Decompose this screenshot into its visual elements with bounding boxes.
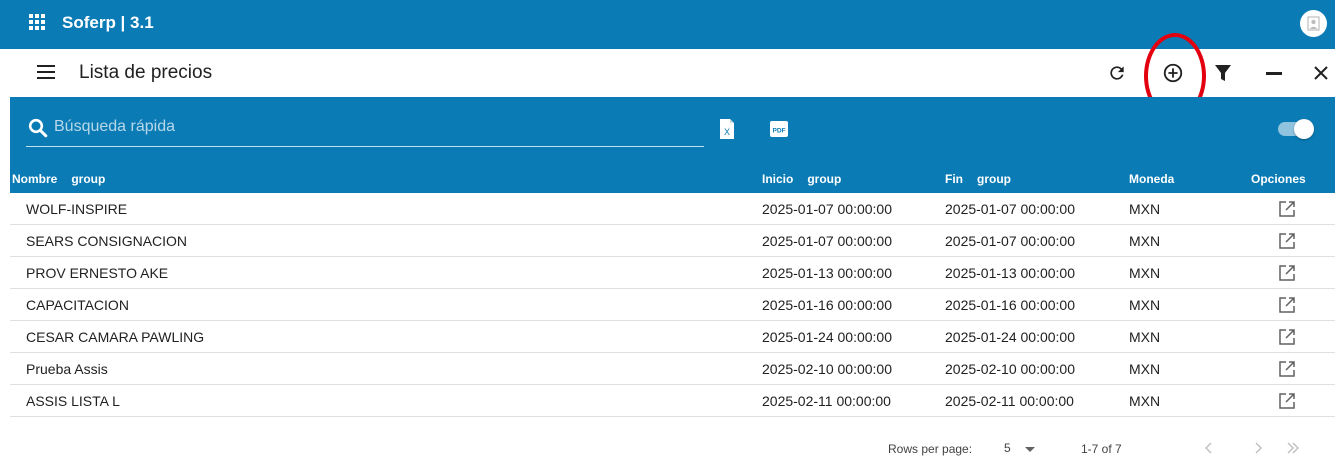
app-title: Soferp | 3.1 [62, 13, 154, 32]
cell-nombre: WOLF-INSPIRE [26, 201, 128, 217]
excel-export-icon[interactable]: X [719, 118, 735, 140]
open-external-icon[interactable] [1277, 263, 1297, 283]
app-bar: Soferp | 3.1 [0, 0, 1335, 49]
column-header-nombre[interactable]: Nombre group [12, 172, 105, 186]
table-row[interactable]: Prueba Assis 2025-02-10 00:00:00 2025-02… [10, 353, 1335, 385]
pagination-range: 1-7 of 7 [1081, 442, 1122, 456]
cell-inicio: 2025-01-16 00:00:00 [762, 297, 892, 313]
cell-nombre: ASSIS LISTA L [26, 393, 120, 409]
cell-fin: 2025-01-07 00:00:00 [945, 233, 1075, 249]
cell-fin: 2025-01-16 00:00:00 [945, 297, 1075, 313]
search-input[interactable] [54, 114, 694, 140]
menu-icon[interactable] [37, 65, 55, 79]
avatar-icon[interactable] [1300, 10, 1327, 37]
cell-nombre: Prueba Assis [26, 361, 108, 377]
cell-inicio: 2025-01-07 00:00:00 [762, 201, 892, 217]
cell-moneda: MXN [1129, 201, 1161, 217]
column-label: Moneda [1129, 172, 1175, 186]
cell-nombre: CESAR CAMARA PAWLING [26, 329, 205, 345]
open-external-icon[interactable] [1277, 359, 1297, 379]
toggle-thumb [1294, 119, 1314, 139]
column-label: Opciones [1251, 172, 1306, 186]
open-external-icon[interactable] [1277, 295, 1297, 315]
excel-label: X [724, 127, 730, 137]
cell-moneda: MXN [1129, 361, 1161, 377]
cell-fin: 2025-02-11 00:00:00 [945, 393, 1074, 409]
table-row[interactable]: ASSIS LISTA L 2025-02-11 00:00:00 2025-0… [10, 385, 1335, 417]
pdf-export-icon[interactable]: PDF [769, 118, 789, 140]
table-body: WOLF-INSPIRE 2025-01-07 00:00:00 2025-01… [10, 193, 1335, 417]
cell-nombre: SEARS CONSIGNACION [26, 233, 188, 249]
group-label[interactable]: group [807, 172, 841, 186]
cell-inicio: 2025-01-13 00:00:00 [762, 265, 892, 281]
group-label[interactable]: group [977, 172, 1011, 186]
cell-fin: 2025-01-24 00:00:00 [945, 329, 1075, 345]
add-circle-icon[interactable] [1161, 61, 1185, 85]
table-row[interactable]: WOLF-INSPIRE 2025-01-07 00:00:00 2025-01… [10, 193, 1335, 225]
cell-nombre: CAPACITACION [26, 297, 129, 313]
cell-inicio: 2025-01-24 00:00:00 [762, 329, 892, 345]
chevron-down-icon[interactable] [1025, 447, 1035, 452]
close-icon[interactable] [1309, 61, 1333, 85]
cell-inicio: 2025-02-11 00:00:00 [762, 393, 891, 409]
pdf-label: PDF [773, 128, 786, 135]
open-external-icon[interactable] [1277, 231, 1297, 251]
pagination-footer: Rows per page: 5 1-7 of 7 [0, 430, 1335, 463]
rows-per-page-select[interactable]: 5 [1004, 441, 1011, 455]
open-external-icon[interactable] [1277, 199, 1297, 219]
table-row[interactable]: SEARS CONSIGNACION 2025-01-07 00:00:00 2… [10, 225, 1335, 257]
column-header-fin[interactable]: Fin group [945, 172, 1011, 186]
refresh-icon[interactable] [1105, 61, 1129, 85]
cell-moneda: MXN [1129, 265, 1161, 281]
view-toggle[interactable] [1278, 119, 1314, 139]
cell-inicio: 2025-01-07 00:00:00 [762, 233, 892, 249]
apps-grid-icon[interactable] [29, 14, 47, 32]
next-page-icon[interactable] [1249, 439, 1267, 457]
group-label[interactable]: group [71, 172, 105, 186]
column-label: Fin [945, 172, 963, 186]
page-title: Lista de precios [79, 62, 213, 83]
column-header-moneda[interactable]: Moneda [1129, 172, 1174, 186]
minimize-icon[interactable] [1262, 61, 1286, 85]
table-row[interactable]: CAPACITACION 2025-01-16 00:00:00 2025-01… [10, 289, 1335, 321]
page-toolbar: Lista de precios [0, 49, 1335, 97]
filter-icon[interactable] [1211, 61, 1235, 85]
cell-moneda: MXN [1129, 233, 1161, 249]
cell-moneda: MXN [1129, 297, 1161, 313]
table-row[interactable]: CESAR CAMARA PAWLING 2025-01-24 00:00:00… [10, 321, 1335, 353]
column-header-inicio[interactable]: Inicio group [762, 172, 841, 186]
column-label: Nombre [12, 172, 58, 186]
previous-page-icon[interactable] [1200, 439, 1218, 457]
table-row[interactable]: PROV ERNESTO AKE 2025-01-13 00:00:00 202… [10, 257, 1335, 289]
cell-fin: 2025-01-07 00:00:00 [945, 201, 1075, 217]
search-icon [28, 118, 48, 138]
last-page-icon[interactable] [1284, 439, 1302, 457]
table-header: X PDF Nombre group Inicio group Fin group M… [10, 97, 1335, 193]
column-label: Inicio [762, 172, 794, 186]
cell-fin: 2025-01-13 00:00:00 [945, 265, 1075, 281]
rows-per-page-label: Rows per page: [888, 442, 973, 456]
open-external-icon[interactable] [1277, 391, 1297, 411]
cell-nombre: PROV ERNESTO AKE [26, 265, 169, 281]
cell-inicio: 2025-02-10 00:00:00 [762, 361, 892, 377]
cell-moneda: MXN [1129, 393, 1161, 409]
column-header-opciones: Opciones [1251, 172, 1306, 186]
search-box [26, 109, 704, 147]
cell-moneda: MXN [1129, 329, 1161, 345]
cell-fin: 2025-02-10 00:00:00 [945, 361, 1075, 377]
open-external-icon[interactable] [1277, 327, 1297, 347]
